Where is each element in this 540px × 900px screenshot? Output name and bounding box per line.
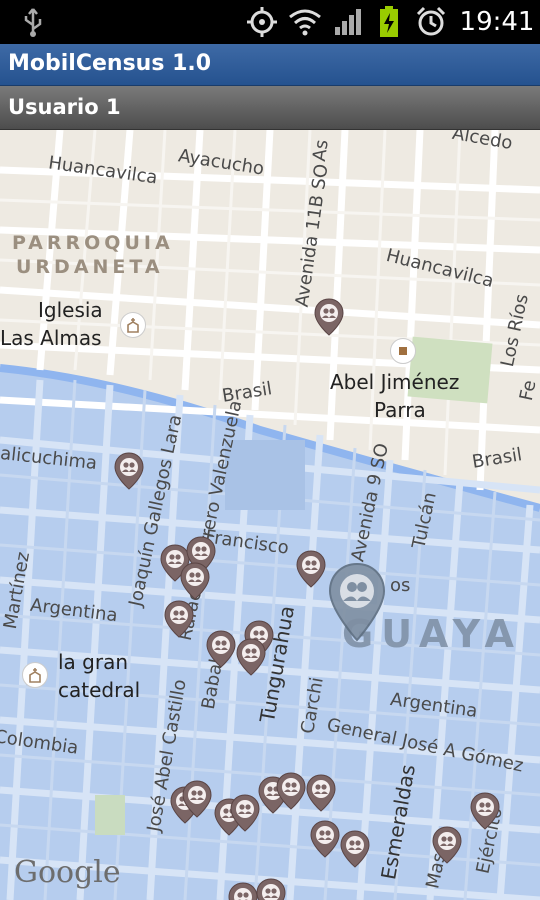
census-location-pin[interactable]	[206, 630, 236, 668]
signal-icon	[333, 0, 363, 44]
usb-icon	[18, 0, 48, 44]
census-location-pin[interactable]	[228, 882, 258, 900]
clock: 19:41	[459, 7, 535, 37]
battery-charging-icon	[377, 0, 401, 44]
census-location-pin[interactable]	[236, 638, 266, 676]
user-bar: Usuario 1	[0, 86, 540, 130]
user-name: Usuario 1	[8, 95, 121, 119]
place-icon[interactable]	[390, 338, 416, 364]
census-location-pin[interactable]	[432, 826, 462, 864]
street-os: os	[390, 575, 411, 596]
app-title-bar: MobilCensus 1.0	[0, 44, 540, 86]
parroquia-label-1: PARROQUIA	[12, 232, 174, 254]
census-location-pin[interactable]	[164, 600, 194, 638]
census-location-pin[interactable]	[180, 562, 210, 600]
street-as: As	[308, 138, 333, 163]
google-logo: Google	[14, 855, 121, 890]
census-location-pin[interactable]	[470, 792, 500, 830]
census-location-pin[interactable]	[230, 794, 260, 832]
census-location-pin[interactable]	[114, 452, 144, 490]
census-location-pin[interactable]	[182, 780, 212, 818]
catedral-label-2: catedral	[58, 678, 141, 702]
census-location-pin[interactable]	[306, 774, 336, 812]
iglesia-label-1: Iglesia	[38, 298, 103, 322]
iglesia-label-2: Las Almas	[0, 326, 102, 350]
abel-label-1: Abel Jiménez	[330, 370, 460, 394]
cathedral-icon[interactable]	[22, 662, 48, 688]
abel-label-2: Parra	[374, 398, 426, 422]
wifi-icon	[288, 0, 322, 44]
app-title: MobilCensus 1.0	[8, 51, 212, 76]
street-fe: Fe	[515, 378, 540, 403]
census-location-pin[interactable]	[340, 830, 370, 868]
status-bar: 19:41	[0, 0, 540, 44]
map-view[interactable]: Alcedo Huancavilca Ayacucho Avenida 11B …	[0, 130, 540, 900]
census-location-pin[interactable]	[314, 298, 344, 336]
alarm-icon	[414, 0, 448, 44]
selected-location-pin[interactable]	[328, 562, 386, 642]
census-location-pin[interactable]	[256, 878, 286, 900]
gps-icon	[244, 0, 280, 44]
catedral-label-1: la gran	[58, 650, 129, 674]
church-icon[interactable]	[120, 312, 146, 338]
census-location-pin[interactable]	[296, 550, 326, 588]
census-location-pin[interactable]	[276, 772, 306, 810]
parroquia-label-2: URDANETA	[16, 256, 164, 278]
census-location-pin[interactable]	[310, 820, 340, 858]
